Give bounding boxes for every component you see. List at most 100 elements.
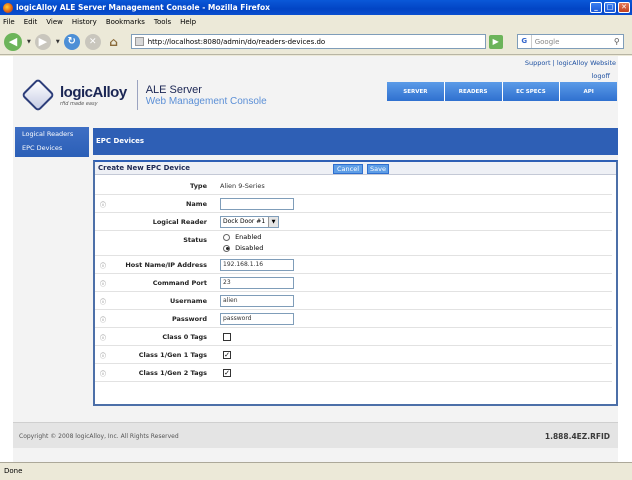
- status-disabled-option[interactable]: Disabled: [223, 244, 263, 252]
- help-icon[interactable]: ⓘ: [100, 369, 106, 378]
- form-row-host: ⓘ Host Name/IP Address 192.168.1.16: [95, 256, 612, 274]
- help-icon[interactable]: ⓘ: [100, 333, 106, 342]
- host-label: Host Name/IP Address: [125, 261, 207, 269]
- status-enabled-option[interactable]: Enabled: [223, 233, 261, 241]
- status-disabled-label: Disabled: [235, 244, 264, 252]
- phone-number: 1.888.4EZ.RFID: [544, 432, 610, 441]
- menu-file[interactable]: File: [3, 18, 15, 26]
- page-footer: Copyright © 2008 logicAlloy, Inc. All Ri…: [13, 422, 618, 448]
- save-button[interactable]: Save: [367, 164, 389, 174]
- password-input[interactable]: password: [220, 313, 294, 325]
- menu-edit[interactable]: Edit: [24, 18, 38, 26]
- back-arrow-icon[interactable]: ◀: [4, 32, 22, 51]
- menu-tools[interactable]: Tools: [154, 18, 171, 26]
- forward-arrow-icon[interactable]: ▶: [34, 33, 51, 50]
- reload-icon[interactable]: ↻: [63, 33, 80, 50]
- help-icon[interactable]: ⓘ: [100, 279, 106, 288]
- help-icon[interactable]: ⓘ: [100, 297, 106, 306]
- product-name: ALE Server: [145, 83, 202, 96]
- menu-view[interactable]: View: [46, 18, 63, 26]
- form-row-password: ⓘ Password password: [95, 310, 612, 328]
- page-right-margin: [620, 56, 632, 462]
- help-icon[interactable]: ⓘ: [100, 261, 106, 270]
- logo-tagline: rfid made easy: [60, 100, 98, 107]
- back-history-dropdown-icon[interactable]: ▼: [27, 39, 31, 45]
- host-input[interactable]: 192.168.1.16: [220, 259, 294, 271]
- page-container: Support | logicAlloy Website logoff logi…: [13, 56, 618, 462]
- logical-reader-select[interactable]: Dock Door #1 ▼: [220, 216, 279, 228]
- help-icon[interactable]: ⓘ: [100, 315, 106, 324]
- password-label: Password: [171, 315, 207, 323]
- support-links[interactable]: Support | logicAlloy Website: [525, 59, 616, 67]
- tab-ec-specs[interactable]: EC SPECS: [502, 82, 561, 101]
- logo-area: logicAlloy rfid made easy ALE Server Web…: [20, 76, 270, 114]
- class1-gen1-label: Class 1/Gen 1 Tags: [138, 351, 207, 359]
- address-text: http://localhost:8080/admin/do/readers-d…: [147, 37, 326, 46]
- status-disabled-radio[interactable]: [223, 244, 230, 252]
- port-label: Command Port: [152, 279, 207, 287]
- copyright-text: Copyright © 2008 logicAlloy, Inc. All Ri…: [19, 433, 179, 440]
- panel-title: Create New EPC Device: [98, 164, 191, 172]
- address-bar[interactable]: http://localhost:8080/admin/do/readers-d…: [130, 34, 486, 49]
- search-icon[interactable]: ⚲: [614, 37, 620, 46]
- form-row-name: ⓘ Name: [95, 195, 612, 213]
- logical-reader-label: Logical Reader: [152, 218, 207, 226]
- create-device-panel: Create New EPC Device Cancel Save Type A…: [93, 160, 618, 406]
- status-bar: Done: [0, 462, 632, 480]
- logo-divider: [136, 80, 138, 110]
- status-enabled-radio[interactable]: [223, 233, 230, 241]
- forward-history-dropdown-icon[interactable]: ▼: [56, 39, 60, 45]
- stop-icon[interactable]: ✕: [84, 33, 101, 50]
- menu-bookmarks[interactable]: Bookmarks: [106, 18, 145, 26]
- page-viewport: Support | logicAlloy Website logoff logi…: [0, 56, 632, 462]
- status-enabled-label: Enabled: [235, 233, 262, 241]
- class0-label: Class 0 Tags: [162, 333, 207, 341]
- form-row-class0: ⓘ Class 0 Tags: [95, 328, 612, 346]
- form-row-port: ⓘ Command Port 23: [95, 274, 612, 292]
- search-input[interactable]: G Google ⚲: [516, 34, 624, 49]
- tab-server[interactable]: SERVER: [387, 82, 445, 101]
- username-label: Username: [170, 297, 207, 305]
- chevron-down-icon[interactable]: ▼: [268, 217, 278, 227]
- help-icon[interactable]: ⓘ: [100, 200, 106, 209]
- form-row-status: Status Enabled Disabled: [95, 231, 612, 256]
- maximize-button[interactable]: □: [604, 2, 616, 13]
- tab-api[interactable]: API: [560, 82, 617, 101]
- minimize-button[interactable]: _: [590, 2, 602, 13]
- form-row-type: Type Alien 9-Series: [95, 177, 612, 195]
- logoff-link[interactable]: logoff: [592, 72, 610, 80]
- username-input[interactable]: alien: [220, 295, 294, 307]
- menu-history[interactable]: History: [72, 18, 97, 26]
- class1-gen1-checkbox[interactable]: ✓: [223, 351, 231, 359]
- cancel-button[interactable]: Cancel: [333, 164, 363, 174]
- help-icon[interactable]: ⓘ: [100, 351, 106, 360]
- port-input[interactable]: 23: [220, 277, 294, 289]
- logo-name: logicAlloy: [60, 83, 127, 101]
- class0-checkbox[interactable]: [223, 333, 231, 341]
- window-titlebar: logicAlloy ALE Server Management Console…: [0, 0, 632, 15]
- sidebar-item-logical-readers[interactable]: Logical Readers: [15, 127, 89, 141]
- top-navigation: SERVER READERS EC SPECS API: [387, 82, 617, 101]
- sidebar-item-epc-devices[interactable]: EPC Devices: [15, 141, 89, 155]
- window-title: logicAlloy ALE Server Management Console…: [16, 3, 271, 12]
- logical-reader-value: Dock Door #1: [223, 218, 266, 225]
- close-button[interactable]: ✕: [618, 2, 630, 13]
- home-icon[interactable]: ⌂: [106, 34, 122, 50]
- name-input[interactable]: [220, 198, 294, 210]
- product-subtitle: Web Management Console: [145, 95, 267, 107]
- sidebar: Logical Readers EPC Devices: [15, 127, 89, 157]
- menu-bar: File Edit View History Bookmarks Tools H…: [0, 15, 632, 29]
- class1-gen2-checkbox[interactable]: ✓: [223, 369, 231, 377]
- class1-gen2-label: Class 1/Gen 2 Tags: [138, 369, 207, 377]
- panel-header: Create New EPC Device Cancel Save: [95, 162, 616, 175]
- product-title: ALE Server Web Management Console: [146, 84, 267, 107]
- menu-help[interactable]: Help: [180, 18, 196, 26]
- firefox-icon: [3, 2, 13, 13]
- go-arrow-icon[interactable]: ▶: [488, 34, 503, 49]
- form-row-logical-reader: Logical Reader Dock Door #1 ▼: [95, 213, 612, 231]
- type-value: Alien 9-Series: [220, 182, 265, 190]
- tab-readers[interactable]: READERS: [444, 82, 503, 101]
- search-placeholder: Google: [534, 37, 560, 46]
- form-row-username: ⓘ Username alien: [95, 292, 612, 310]
- google-icon[interactable]: G: [517, 35, 532, 48]
